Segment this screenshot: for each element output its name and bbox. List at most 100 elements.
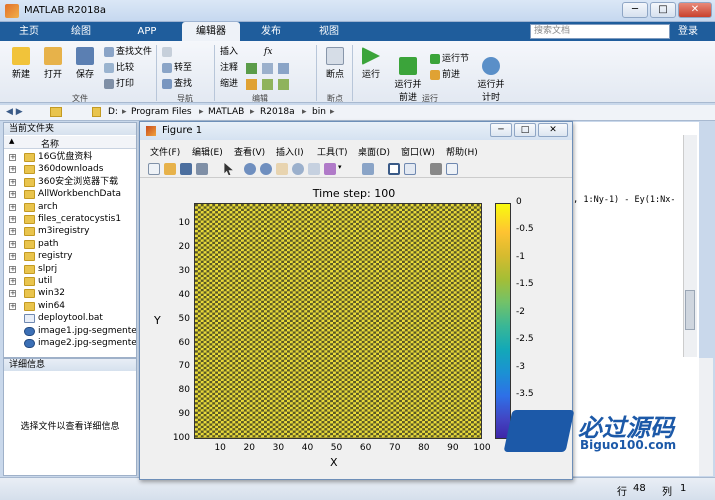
editor-pane[interactable]: x, 1:Ny-1) - Ey(1:Nx- bbox=[567, 122, 699, 358]
close-button[interactable]: ✕ bbox=[678, 2, 712, 18]
back-nav-button[interactable] bbox=[162, 46, 174, 59]
menu-insert[interactable]: 插入(I) bbox=[276, 145, 304, 158]
expand-icon[interactable]: + bbox=[9, 203, 16, 211]
expand-icon[interactable]: + bbox=[9, 278, 16, 285]
tab-view[interactable]: 视图 bbox=[302, 22, 356, 41]
list-item[interactable]: image2.jpg-segmente... bbox=[4, 337, 136, 349]
link-plot-icon[interactable] bbox=[362, 163, 374, 175]
figure-minimize-button[interactable]: ─ bbox=[490, 123, 512, 137]
breadcrumb-drive[interactable]: D: bbox=[108, 107, 118, 117]
run-time-button[interactable]: 运行并 计时 bbox=[476, 47, 506, 103]
new-button[interactable]: 新建 bbox=[6, 47, 36, 80]
tab-apps[interactable]: APP bbox=[120, 22, 174, 41]
menu-desktop[interactable]: 桌面(D) bbox=[358, 145, 390, 158]
list-item[interactable]: + registry bbox=[4, 250, 136, 262]
advance-button[interactable]: 前进 bbox=[430, 69, 460, 82]
minimize-button[interactable]: ─ bbox=[622, 2, 648, 18]
list-item[interactable]: + AllWorkbenchData bbox=[4, 188, 136, 200]
save-button[interactable]: 保存 bbox=[70, 47, 100, 80]
list-item[interactable]: + win32 bbox=[4, 287, 136, 299]
list-item[interactable]: + slprj bbox=[4, 263, 136, 275]
expand-icon[interactable]: + bbox=[9, 166, 16, 174]
data-cursor-icon[interactable] bbox=[308, 163, 320, 175]
goto-button[interactable]: 转至 bbox=[162, 62, 192, 75]
list-item[interactable]: + path bbox=[4, 238, 136, 250]
legend-toggle-icon[interactable] bbox=[404, 163, 416, 175]
figure-maximize-button[interactable]: □ bbox=[514, 123, 536, 137]
expand-icon[interactable]: + bbox=[9, 154, 16, 161]
list-item[interactable]: + files_ceratocystis1 bbox=[4, 213, 136, 225]
find-button[interactable]: 查找 bbox=[162, 78, 192, 91]
list-item[interactable]: +360downloads bbox=[4, 163, 136, 175]
open-button[interactable]: 打开 bbox=[38, 47, 68, 80]
tab-editor[interactable]: 编辑器 bbox=[182, 22, 240, 41]
command-scrollbar[interactable] bbox=[699, 358, 713, 476]
print-figure-icon[interactable] bbox=[196, 163, 208, 175]
menu-tools[interactable]: 工具(T) bbox=[317, 145, 348, 158]
menu-window[interactable]: 窗口(W) bbox=[401, 145, 435, 158]
run-section-button[interactable]: 运行节 bbox=[430, 53, 469, 66]
run-button[interactable]: 运行 bbox=[358, 47, 384, 80]
tab-plots[interactable]: 绘图 bbox=[58, 22, 104, 41]
tab-publish[interactable]: 发布 bbox=[244, 22, 298, 41]
expand-icon[interactable]: + bbox=[9, 265, 16, 273]
breadcrumb-program-files[interactable]: Program Files bbox=[131, 107, 192, 117]
figure-title-bar[interactable]: Figure 1 ─ □ ✕ bbox=[140, 122, 572, 140]
expand-icon[interactable]: + bbox=[9, 191, 16, 199]
colorbar-toggle-icon[interactable] bbox=[388, 163, 400, 175]
expand-icon[interactable]: + bbox=[9, 253, 16, 261]
indent-button[interactable]: 缩进 bbox=[220, 78, 238, 91]
breadcrumb-bin[interactable]: bin bbox=[312, 107, 326, 117]
menu-file[interactable]: 文件(F) bbox=[150, 145, 180, 158]
tab-home[interactable]: 主页 bbox=[6, 22, 52, 41]
pan-hand-icon[interactable] bbox=[276, 163, 288, 175]
zoom-out-icon[interactable] bbox=[260, 163, 272, 175]
list-item[interactable]: +360安全浏览器下载 bbox=[4, 176, 136, 188]
brush-dropdown-icon[interactable]: ▾ bbox=[338, 163, 344, 175]
menu-help[interactable]: 帮助(H) bbox=[446, 145, 478, 158]
name-column-header[interactable]: ▲ 名称 bbox=[4, 136, 136, 150]
menu-edit[interactable]: 编辑(E) bbox=[192, 145, 223, 158]
expand-icon[interactable]: + bbox=[9, 302, 16, 310]
brush-icon[interactable] bbox=[324, 163, 336, 175]
select-arrow-icon[interactable] bbox=[224, 163, 233, 175]
dock-figure-icon[interactable] bbox=[446, 163, 458, 175]
expand-icon[interactable]: + bbox=[9, 290, 16, 298]
print-button[interactable]: 打印 bbox=[104, 78, 134, 91]
list-item[interactable]: image1.jpg-segmente... bbox=[4, 325, 136, 337]
breadcrumb-matlab[interactable]: MATLAB bbox=[208, 107, 244, 117]
code-line[interactable]: x, 1:Ny-1) - Ey(1:Nx- bbox=[568, 195, 675, 205]
list-item[interactable]: + win64 bbox=[4, 300, 136, 312]
open-file-icon[interactable] bbox=[164, 163, 176, 175]
list-item[interactable]: + util bbox=[4, 275, 136, 287]
back-arrow-icon[interactable]: ◀ ▶ bbox=[6, 107, 23, 117]
figure-close-button[interactable]: ✕ bbox=[538, 123, 568, 137]
menu-view[interactable]: 查看(V) bbox=[234, 145, 265, 158]
maximize-button[interactable]: □ bbox=[650, 2, 676, 18]
list-item[interactable]: + arch bbox=[4, 201, 136, 213]
expand-icon[interactable]: + bbox=[9, 178, 16, 186]
new-figure-icon[interactable] bbox=[148, 163, 160, 175]
hide-tools-icon[interactable] bbox=[430, 163, 442, 175]
search-input[interactable]: 搜索文档 bbox=[530, 24, 670, 39]
find-files-button[interactable]: 查找文件 bbox=[104, 46, 152, 59]
list-item[interactable]: deploytool.bat bbox=[4, 312, 136, 324]
editor-scroll-thumb[interactable] bbox=[685, 290, 695, 330]
compare-button[interactable]: 比较 bbox=[104, 62, 134, 75]
breakpoints-button[interactable]: 断点 bbox=[320, 47, 350, 80]
heatmap-image[interactable] bbox=[194, 203, 482, 439]
colorbar[interactable] bbox=[495, 203, 511, 439]
zoom-in-icon[interactable] bbox=[244, 163, 256, 175]
expand-icon[interactable]: + bbox=[9, 216, 16, 223]
breadcrumb-r2018a[interactable]: R2018a bbox=[260, 107, 295, 117]
rotate-3d-icon[interactable] bbox=[292, 163, 304, 175]
list-item[interactable]: + m3iregistry bbox=[4, 225, 136, 237]
expand-icon[interactable]: + bbox=[9, 240, 16, 248]
save-figure-icon[interactable] bbox=[180, 163, 192, 175]
login-button[interactable]: 登录 bbox=[678, 22, 698, 41]
list-item[interactable]: +16G优盘资料 bbox=[4, 151, 136, 163]
fx-button[interactable]: fx bbox=[264, 46, 272, 59]
comment-button[interactable]: 注释 bbox=[220, 62, 238, 75]
expand-icon[interactable]: + bbox=[9, 228, 16, 236]
insert-button[interactable]: 插入 bbox=[220, 46, 238, 59]
